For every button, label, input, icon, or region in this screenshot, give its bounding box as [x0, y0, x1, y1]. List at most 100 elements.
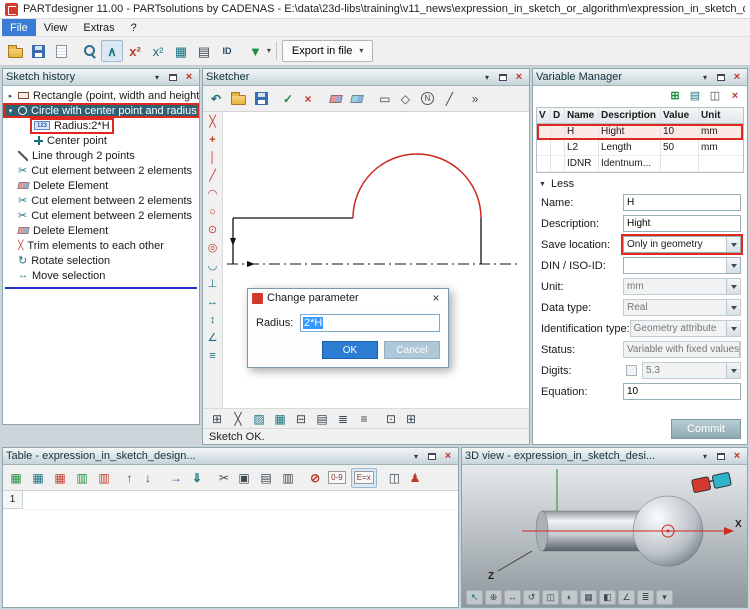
apply-icon[interactable]: ⇓ [187, 468, 207, 488]
view-mode-icon[interactable]: ◫ [542, 590, 559, 605]
zoom-3d-icon[interactable]: ⊕ [485, 590, 502, 605]
description-field-input[interactable] [623, 215, 741, 232]
panel-float-button[interactable] [714, 71, 728, 84]
formula-editor-icon[interactable]: x² [147, 40, 169, 62]
panel-close-button[interactable]: × [730, 450, 744, 463]
id-icon[interactable]: ID [216, 40, 238, 62]
grid-3d-icon[interactable]: ▦ [580, 590, 597, 605]
vertical-dimension-icon[interactable]: ↕ [204, 312, 222, 329]
paste-special-icon[interactable]: ▥ [278, 468, 298, 488]
insert-column-icon[interactable]: ▥ [72, 468, 92, 488]
pan-3d-icon[interactable]: ↔ [504, 590, 521, 605]
column-name[interactable]: Name [565, 108, 599, 123]
more-3d-icon[interactable]: ▾ [656, 590, 673, 605]
ngon-tool-icon[interactable]: N [417, 89, 437, 109]
table-grid[interactable]: 1 [3, 491, 458, 607]
sketcher-header[interactable]: Sketcher ▾ × [203, 69, 529, 86]
delete-variable-icon[interactable]: × [726, 88, 744, 104]
hatch-icon[interactable]: ▨ [250, 410, 268, 427]
point-tool-icon[interactable]: + [204, 132, 222, 149]
line-tool-icon[interactable]: ╱ [439, 89, 459, 109]
arc-tool-icon[interactable]: ◠ [204, 186, 222, 203]
panel-close-button[interactable]: × [512, 71, 526, 84]
fillet-tool-icon[interactable]: ◡ [204, 258, 222, 275]
undo-icon[interactable]: ↶ [206, 89, 226, 109]
grid-snap-icon[interactable]: ⊞ [208, 410, 226, 427]
rotate-view-icon[interactable]: ↺ [523, 590, 540, 605]
select-3d-icon[interactable]: ↖ [466, 590, 483, 605]
ok-button[interactable]: OK [322, 341, 378, 359]
digits-mode-icon[interactable]: 0-9 [325, 468, 349, 488]
history-item-radius[interactable]: 123 Radius:2*H [3, 118, 199, 133]
perpendicular-tool-icon[interactable]: ⊥ [204, 276, 222, 293]
preview-table-icon[interactable]: ◫ [379, 468, 403, 488]
sketch-history-header[interactable]: Sketch history ▾ × [3, 69, 199, 86]
history-item-circle[interactable]: ▾ Circle with center point and radius [3, 103, 199, 118]
equation-input[interactable] [623, 383, 741, 400]
table-panel-header[interactable]: Table - expression_in_sketch_design... ▾… [3, 448, 458, 465]
history-item-rectangle[interactable]: ▸ Rectangle (point, width and height) [3, 88, 199, 103]
panel-menu-button[interactable]: ▾ [480, 71, 494, 84]
measure-grid-icon[interactable]: ⊡ [376, 410, 399, 427]
variable-manager-icon[interactable]: x² [124, 40, 146, 62]
ellipse-tool-icon[interactable]: ◎ [204, 240, 222, 257]
commit-button[interactable]: Commit [671, 419, 741, 439]
polygon-tool-icon[interactable]: ◇ [395, 89, 415, 109]
history-item-cut-1[interactable]: ✂ Cut element between 2 elements [3, 163, 199, 178]
insert-row-icon[interactable]: ▦ [6, 468, 26, 488]
settings-3d-icon[interactable]: ≣ [637, 590, 654, 605]
row-header[interactable]: 1 [3, 491, 23, 509]
angle-dimension-icon[interactable]: ∠ [204, 330, 222, 347]
measure-3d-icon[interactable]: ∠ [618, 590, 635, 605]
table-view-icon[interactable]: ▦ [170, 40, 192, 62]
viewport-3d[interactable]: X Z ↖⊕↔↺◫◐▦◧∠≣▾ [462, 465, 747, 607]
menu-file[interactable]: File [2, 19, 36, 36]
save-sketch-icon[interactable] [251, 89, 271, 109]
check-sketch-icon[interactable]: ✓ [273, 89, 296, 109]
copy-variable-icon[interactable]: ◫ [706, 88, 724, 104]
digits-checkbox[interactable] [626, 365, 637, 376]
menu-view[interactable]: View [36, 19, 76, 36]
panel-menu-button[interactable]: ▾ [698, 71, 712, 84]
column-description[interactable]: Description [599, 108, 661, 123]
horizontal-dimension-icon[interactable]: ↔ [204, 294, 222, 311]
panel-float-button[interactable] [496, 71, 510, 84]
history-item-center-point[interactable]: Center point [3, 133, 199, 148]
variable-manager-header[interactable]: Variable Manager ▾ × [533, 69, 747, 86]
shading-icon[interactable]: ◐ [561, 590, 578, 605]
history-item-rotate[interactable]: ↻ Rotate selection [3, 253, 199, 268]
variable-row[interactable]: IDNR Identnum... [537, 156, 743, 172]
vertical-line-tool-icon[interactable]: │ [204, 150, 222, 167]
history-item-cut-2[interactable]: ✂ Cut element between 2 elements [3, 193, 199, 208]
column-d[interactable]: D [551, 108, 565, 123]
zoom-page-icon[interactable] [73, 40, 100, 62]
row-up-icon[interactable]: ↑ [116, 468, 136, 488]
delete-column-icon[interactable]: ▥ [94, 468, 114, 488]
document-icon[interactable] [50, 40, 72, 62]
delete-point-icon[interactable]: ╳ [229, 410, 247, 427]
rectangle-tool-icon[interactable]: ▭ [369, 89, 393, 109]
transfer-icon[interactable]: → [160, 468, 185, 488]
history-item-cut-3[interactable]: ✂ Cut element between 2 elements [3, 208, 199, 223]
sketcher-mode-icon[interactable]: ∧ [101, 40, 123, 62]
fill-icon[interactable]: ▦ [271, 410, 289, 427]
din-iso-select[interactable] [623, 257, 741, 274]
column-unit[interactable]: Unit [699, 108, 743, 123]
delete-row-icon[interactable]: ▦ [50, 468, 70, 488]
diagonal-line-tool-icon[interactable]: ╱ [204, 168, 222, 185]
export-in-file-button[interactable]: Export in file ▾ [282, 40, 374, 62]
cut-icon[interactable]: ✂ [209, 468, 232, 488]
column-value[interactable]: Value [661, 108, 699, 123]
panel-close-button[interactable]: × [441, 450, 455, 463]
column-v[interactable]: V [537, 108, 551, 123]
dialog-header[interactable]: Change parameter × [248, 289, 448, 307]
panel-menu-button[interactable]: ▾ [698, 450, 712, 463]
panel-float-button[interactable] [714, 450, 728, 463]
snap-cross-icon[interactable]: ╳ [204, 114, 222, 131]
open-project-icon[interactable] [4, 40, 26, 62]
row-down-icon[interactable]: ↓ [138, 468, 158, 488]
history-item-delete-1[interactable]: Delete Element [3, 178, 199, 193]
sketch-canvas[interactable]: Change parameter × Radius: 2*H OK Cancel [223, 112, 529, 408]
variable-row[interactable]: H Hight 10 mm [537, 124, 743, 140]
circle-point-tool-icon[interactable]: ⊙ [204, 222, 222, 239]
